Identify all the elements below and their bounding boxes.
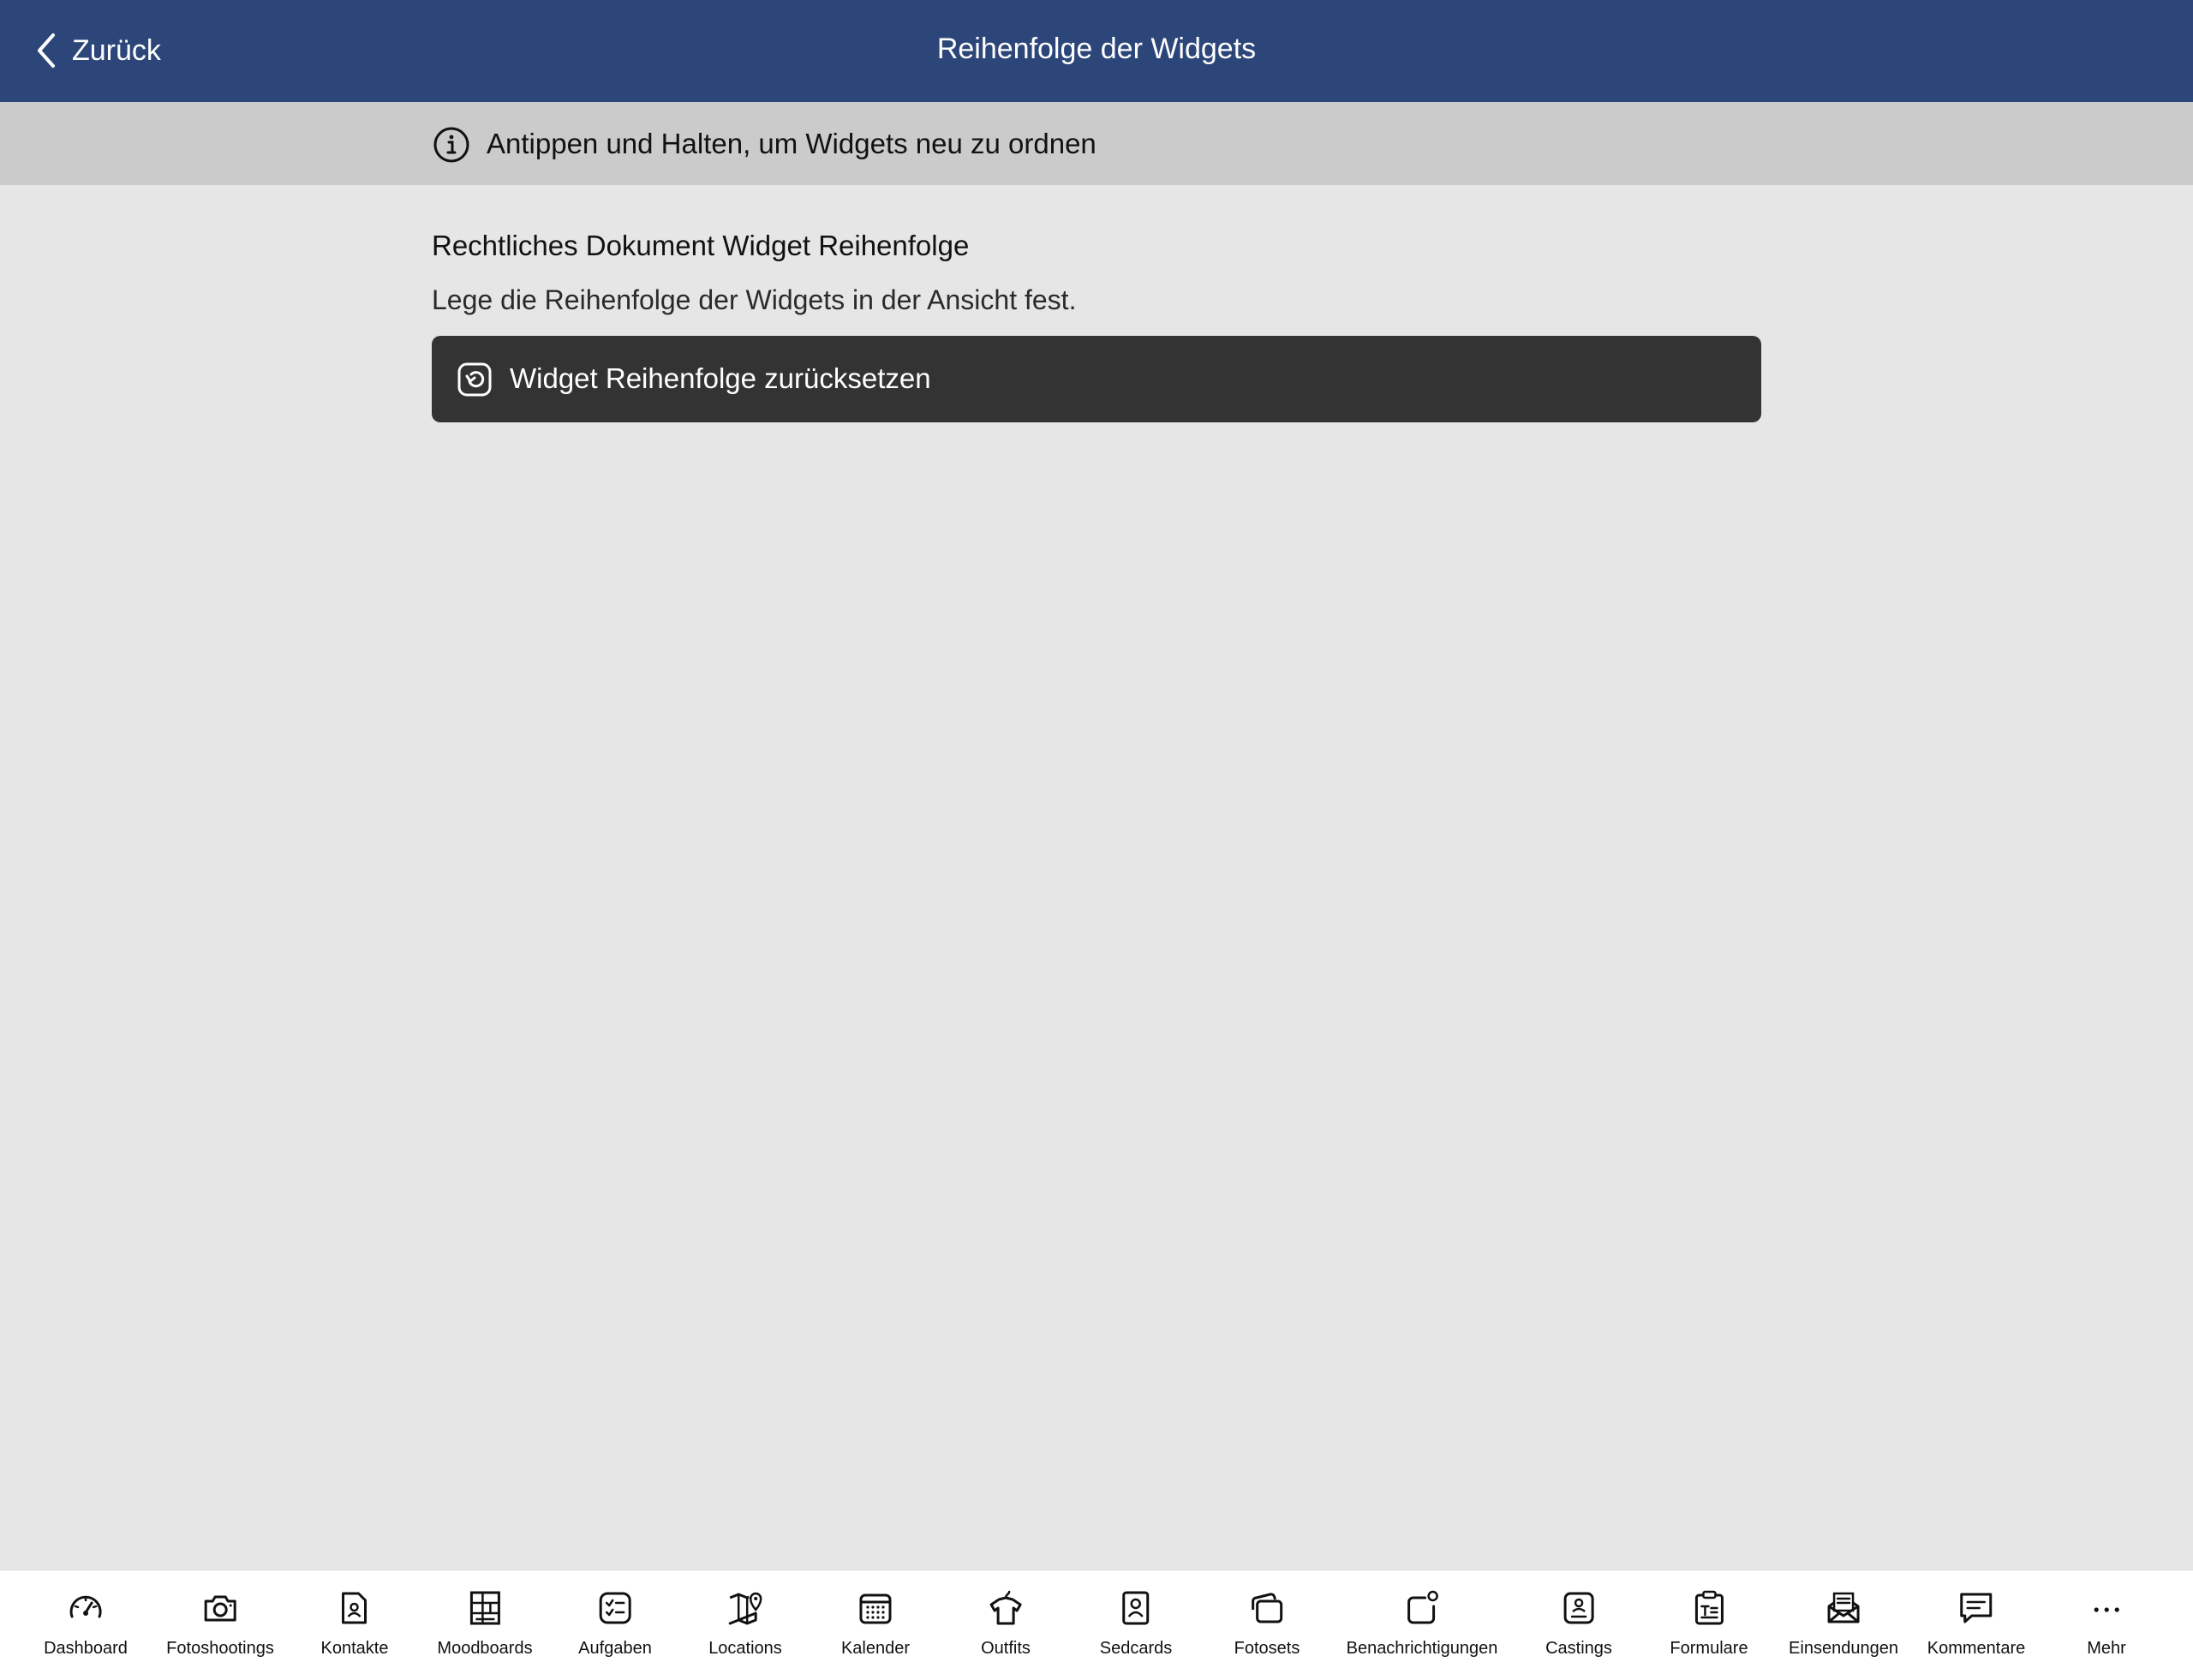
outfit-icon [989,1590,1022,1625]
tab-label: Moodboards [437,1639,533,1658]
tab-label: Locations [708,1639,782,1658]
dashboard-icon [69,1595,102,1618]
tab-aufgaben[interactable]: Aufgaben [578,1589,652,1659]
tab-einsendungen[interactable]: Einsendungen [1789,1589,1898,1659]
page-title: Reihenfolge der Widgets [936,33,1257,65]
reset-icon [457,362,492,397]
tab-mehr[interactable]: Mehr [2087,1589,2126,1659]
reset-button-label: Widget Reihenfolge zurücksetzen [510,362,931,394]
tab-formulare[interactable]: Formulare [1670,1589,1748,1659]
tab-label: Einsendungen [1789,1639,1898,1658]
tab-label: Kalender [840,1639,911,1658]
tab-kalender[interactable]: Kalender [841,1589,910,1659]
info-banner: Antippen und Halten, um Widgets neu zu o… [0,102,2193,185]
tab-label: Aufgaben [578,1639,652,1658]
tab-outfits[interactable]: Outfits [981,1589,1031,1659]
tab-label: Fotosets [1234,1639,1300,1658]
tab-fotoshootings[interactable]: Fotoshootings [166,1589,274,1659]
more-icon [2094,1607,2119,1612]
tab-bar: Dashboard Fotoshootings Kontakte Moodboa… [0,1569,2193,1680]
tab-label: Formulare [1670,1639,1748,1658]
tab-castings[interactable]: Castings [1545,1589,1612,1659]
tasks-icon [599,1592,631,1624]
comment-icon [1960,1593,1993,1623]
section-description: Lege die Reihenfolge der Widgets in der … [432,284,1077,315]
tab-label: Castings [1545,1639,1612,1658]
camera-icon [204,1595,236,1622]
photosets-icon [1252,1593,1283,1623]
tab-moodboards[interactable]: Moodboards [437,1589,533,1659]
tab-label: Kontakte [320,1639,389,1658]
tab-label: Kommentare [1927,1639,2026,1658]
tab-benachrichtigungen[interactable]: Benachrichtigungen [1346,1589,1498,1659]
sedcard-icon [1122,1591,1150,1625]
contact-icon [342,1592,367,1624]
moodboard-icon [469,1591,500,1625]
casting-icon [1563,1592,1594,1624]
tab-label: Sedcards [1099,1639,1173,1658]
form-icon [1694,1590,1724,1625]
section-title: Rechtliches Dokument Widget Reihenfolge [432,230,970,261]
calendar-icon [859,1593,892,1624]
tab-sedcards[interactable]: Sedcards [1099,1589,1173,1659]
tab-label: Dashboard [44,1639,128,1658]
tab-locations[interactable]: Locations [708,1589,782,1659]
navigation-bar: Zurück Reihenfolge der Widgets [0,0,2193,102]
tab-kommentare[interactable]: Kommentare [1927,1589,2026,1659]
info-text: Antippen und Halten, um Widgets neu zu o… [487,128,1096,159]
map-icon [728,1592,762,1625]
tab-fotosets[interactable]: Fotosets [1234,1589,1300,1659]
tab-label: Outfits [981,1639,1031,1658]
reset-widget-order-button[interactable]: Widget Reihenfolge zurücksetzen [432,336,1761,422]
tab-kontakte[interactable]: Kontakte [320,1589,389,1659]
tab-label: Mehr [2087,1639,2126,1658]
tab-dashboard[interactable]: Dashboard [44,1589,128,1659]
tab-label: Benachrichtigungen [1346,1639,1498,1658]
notification-icon [1407,1590,1439,1624]
submission-icon [1827,1592,1860,1623]
info-icon [433,127,469,163]
tab-label: Fotoshootings [166,1639,274,1658]
